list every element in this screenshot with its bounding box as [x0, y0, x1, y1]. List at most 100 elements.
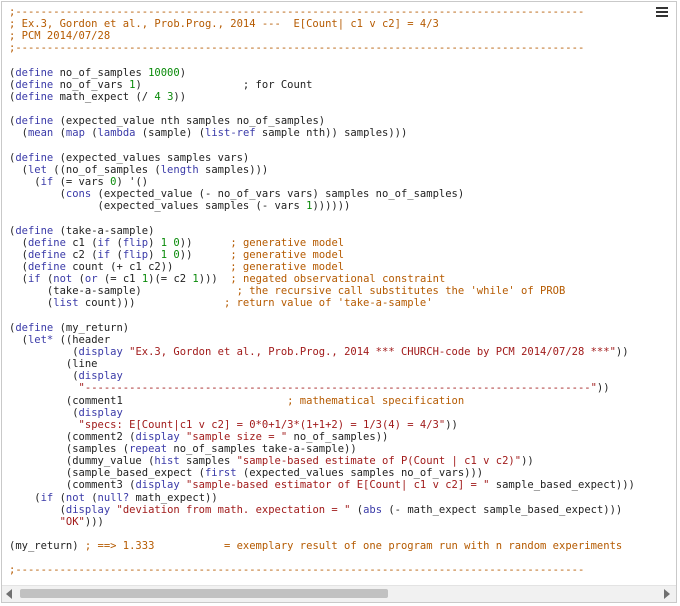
code-token: (sample) ( — [135, 127, 206, 140]
code-token: ( — [9, 127, 28, 140]
code-token: ( — [9, 248, 28, 261]
code-line: (samples (repeat no_of_samples take-a-sa… — [9, 443, 672, 455]
scroll-right-arrow-icon[interactable] — [664, 589, 670, 599]
code-token: "specs: E[Count|c1 v c2] = 0*0+1/3*(1+1+… — [78, 418, 446, 431]
code-token: null? — [97, 491, 130, 504]
code-token: ( — [84, 491, 98, 504]
code-token: ( — [9, 491, 41, 504]
code-token: "OK" — [59, 515, 85, 528]
code-token: (sample_based_expect ( — [9, 467, 205, 480]
code-token: define — [15, 151, 54, 164]
code-line: (take-a-sample) ; the recursive call sub… — [9, 285, 672, 297]
code-token: ( — [9, 297, 54, 310]
code-token: "sample-based estimator of E[Count| c1 v… — [186, 479, 490, 492]
code-token: 1 0 — [160, 248, 180, 261]
code-line: (if (not (or (= c1 1)(= c2 1))) ; negate… — [9, 273, 672, 285]
code-token: no_of_samples — [53, 66, 149, 79]
code-token: if — [97, 248, 111, 261]
code-token: count))) — [78, 297, 224, 310]
code-token: (my_return) — [9, 540, 85, 553]
code-token: if — [27, 273, 41, 286]
code-line: (if (not (null? math_expect)) — [9, 492, 672, 504]
code-line: (define (my_return) — [9, 322, 672, 334]
code-token: )) — [179, 236, 231, 249]
code-token: if — [97, 236, 111, 249]
code-token: (comment3 ( — [9, 479, 136, 492]
code-token: ( — [9, 273, 28, 286]
code-token: )) — [445, 418, 458, 431]
code-area[interactable]: ;---------------------------------------… — [9, 6, 672, 586]
code-token: ( — [9, 175, 41, 188]
code-token: )) — [596, 382, 610, 395]
code-token: "sample size = " — [186, 430, 288, 443]
code-line: (define no_of_samples 10000) — [9, 67, 672, 79]
code-token: ( — [9, 188, 66, 201]
code-token: )) — [521, 455, 534, 468]
code-token: (= c1 — [97, 273, 142, 286]
code-token: ; generative model — [230, 236, 345, 249]
code-token: ((header — [53, 333, 111, 346]
code-token: define — [27, 248, 66, 261]
code-line: (define no_of_vars 1) ; for Count — [9, 79, 672, 91]
horizontal-scrollbar[interactable] — [2, 585, 676, 602]
code-token: ) ; for Count — [135, 78, 313, 91]
code-token: count (+ c1 c2)) — [65, 260, 231, 273]
code-token: lambda — [97, 127, 136, 140]
code-line: ; Ex.3, Gordon et al., Prob.Prog., 2014 … — [9, 18, 672, 30]
code-token: not — [53, 273, 73, 286]
code-token: ;---------------------------------------… — [9, 42, 585, 55]
scrollbar-thumb[interactable] — [20, 589, 388, 598]
code-token: ; the recursive call substitutes the 'wh… — [236, 285, 566, 298]
code-token: ( — [9, 333, 28, 346]
code-token: no_of_samples)) — [287, 430, 389, 443]
code-token: ; mathematical specification — [287, 394, 465, 407]
code-line: "OK"))) — [9, 516, 672, 528]
code-token: ( — [9, 260, 28, 273]
code-token: ) — [148, 248, 161, 261]
code-token: )) — [179, 248, 231, 261]
code-token: define — [15, 321, 54, 334]
code-token: (= vars — [53, 175, 111, 188]
code-token: repeat — [129, 443, 168, 456]
code-token: length — [160, 163, 199, 176]
code-token: let — [27, 163, 47, 176]
code-line: (define (expected_value nth samples no_o… — [9, 115, 672, 127]
code-token: math_expect (/ — [53, 90, 155, 103]
code-token: ( — [110, 248, 123, 261]
code-token: 4 3 — [154, 90, 174, 103]
code-token: ( — [9, 503, 66, 516]
code-token: display — [65, 503, 111, 516]
code-token: ( — [350, 503, 364, 516]
code-line: (define c2 (if (flip) 1 0)) ; generative… — [9, 249, 672, 261]
code-line: (let* ((header — [9, 334, 672, 346]
code-token: (comment2 ( — [9, 430, 136, 443]
code-token: (samples ( — [9, 443, 130, 456]
code-token: (expected_value (- no_of_vars vars) samp… — [91, 188, 465, 201]
code-line: "---------------------------------------… — [9, 382, 672, 394]
code-line: (list count))) ; return value of 'take-a… — [9, 297, 672, 309]
scroll-left-arrow-icon[interactable] — [6, 589, 12, 599]
code-line: (my_return) ; ==> 1.333 = exemplary resu… — [9, 540, 672, 552]
code-token: (- math_expect sample_based_expect))) — [382, 503, 623, 516]
code-line: (dummy_value (hist samples "sample-based… — [9, 455, 672, 467]
code-token: c2 ( — [65, 248, 98, 261]
code-token: ; return value of 'take-a-sample' — [223, 297, 433, 310]
code-token: ) — [148, 236, 161, 249]
code-token: ; generative model — [230, 260, 345, 273]
code-token: define — [15, 78, 54, 91]
code-token: define — [15, 224, 54, 237]
code-token: ))) — [84, 515, 104, 528]
code-token: (take-a-sample) — [53, 224, 155, 237]
code-token: display — [78, 370, 123, 383]
code-token: "---------------------------------------… — [78, 382, 597, 395]
code-token: )) — [173, 90, 187, 103]
code-token: flip — [122, 248, 149, 261]
code-token: if — [40, 175, 54, 188]
code-token: define — [15, 115, 54, 128]
code-token: ;---------------------------------------… — [9, 6, 585, 18]
